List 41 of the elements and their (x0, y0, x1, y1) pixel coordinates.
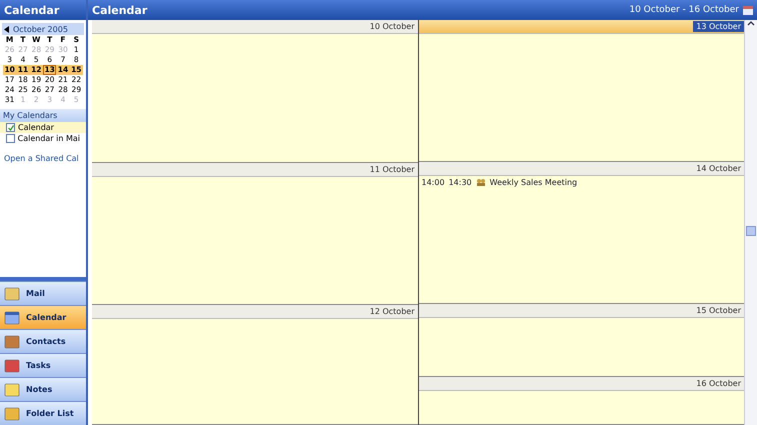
scroll-up-icon[interactable] (747, 20, 755, 26)
checkbox[interactable] (6, 123, 15, 132)
day-label: 12 October (368, 306, 416, 318)
day-label: 13 October (693, 21, 744, 32)
nav-button[interactable]: Notes (0, 377, 86, 401)
previous-month-icon[interactable] (4, 26, 9, 32)
event-time: 14:30 (448, 178, 472, 188)
nav-button[interactable]: Tasks (0, 353, 86, 377)
section-title: My Calendars (3, 111, 58, 120)
calendar-icon[interactable] (743, 6, 753, 14)
day-label: 14 October (695, 163, 742, 174)
month-label: October 2005 (13, 24, 68, 34)
day-cell[interactable]: 16 October (418, 376, 744, 425)
pane-title: Calendar (4, 4, 60, 16)
scroll-thumb[interactable] (746, 226, 756, 236)
day-cell[interactable]: 11 October (92, 162, 418, 306)
nav-button[interactable]: Mail (0, 281, 86, 305)
calendar-label: Calendar (18, 123, 54, 132)
date-range: 10 October - 16 October (629, 5, 739, 15)
day-cell[interactable]: 14 October 14:00 14:30 Weekly Sales Meeting (418, 162, 744, 304)
event-title[interactable]: Weekly Sales Meeting (490, 178, 578, 188)
day-label: 10 October (368, 21, 416, 32)
day-label: 11 October (368, 164, 416, 175)
calendar-icon (4, 310, 20, 324)
day-cell[interactable]: 12 October (92, 305, 418, 425)
day-cell[interactable]: 13 October (418, 20, 744, 162)
notes-icon (4, 382, 20, 396)
checkbox[interactable] (6, 134, 15, 143)
calendar-item[interactable]: Calendar (0, 122, 86, 133)
event-time: 14:00 (422, 178, 445, 188)
day-cell[interactable]: 10 October (92, 20, 418, 163)
day-cell[interactable]: 15 October (418, 304, 744, 377)
shared-calendar-link[interactable]: Open a Shared Cal (0, 144, 86, 163)
scrollbar[interactable] (744, 20, 757, 425)
nav-button[interactable]: Folder List (0, 401, 86, 425)
day-label: 15 October (695, 305, 742, 316)
calendar-label: Calendar in Mai (18, 134, 80, 143)
nav-button[interactable]: Contacts (0, 329, 86, 353)
view-title: Calendar (92, 4, 148, 16)
nav-button[interactable]: Calendar (0, 305, 86, 329)
day-label: 16 October (695, 378, 742, 389)
